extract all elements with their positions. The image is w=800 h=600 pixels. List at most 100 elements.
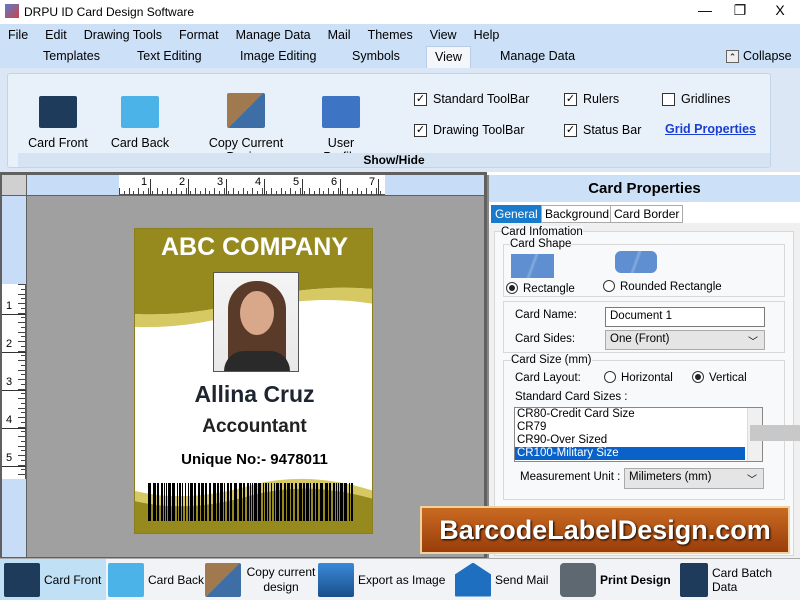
card-size-label: Card Size (mm): [511, 354, 592, 366]
close-button[interactable]: X: [765, 2, 795, 18]
tab-background[interactable]: Background: [541, 205, 613, 223]
rulers-checkbox[interactable]: ✓Rulers: [564, 92, 619, 106]
image-export-icon: [318, 563, 354, 597]
id-card[interactable]: ABC COMPANY Allina Cruz Accountant Uniqu…: [134, 228, 373, 534]
list-item[interactable]: CR79: [515, 421, 745, 434]
list-scrollbar[interactable]: [747, 408, 762, 461]
menu-file[interactable]: File: [8, 28, 28, 42]
tool-label: Export as Image: [358, 573, 445, 587]
ruler-number: 4: [255, 176, 261, 188]
chevron-down-icon: ﹀: [748, 333, 758, 348]
chevron-down-icon: ﹀: [747, 471, 757, 486]
horizontal-ruler: 1234567: [27, 175, 484, 195]
measurement-unit-select[interactable]: Milimeters (mm)﹀: [624, 468, 764, 489]
batch-data-icon: [680, 563, 708, 597]
card-shape-label: Card Shape: [510, 238, 571, 250]
vertical-radio[interactable]: Vertical: [692, 371, 747, 384]
copy-design-tool[interactable]: Copy current design: [205, 559, 317, 600]
menu-themes[interactable]: Themes: [368, 28, 413, 42]
menu-format[interactable]: Format: [179, 28, 219, 42]
copy-design-icon: [205, 563, 241, 597]
card-front-tool[interactable]: Card Front: [0, 559, 106, 600]
grid-properties-link[interactable]: Grid Properties: [665, 122, 756, 136]
export-image-tool[interactable]: Export as Image: [318, 559, 445, 600]
checkbox-label: Drawing ToolBar: [433, 123, 524, 137]
ruler-number: 2: [179, 176, 185, 188]
card-front-icon: [4, 563, 40, 597]
card-name-input[interactable]: Document 1: [605, 307, 765, 327]
horizontal-radio[interactable]: Horizontal: [604, 371, 673, 384]
card-back-tool[interactable]: Card Back: [108, 559, 204, 600]
menu-drawing-tools[interactable]: Drawing Tools: [84, 28, 162, 42]
bottom-toolbar: Card Front Card Back Copy current design…: [0, 558, 800, 600]
card-layout-label: Card Layout:: [515, 372, 581, 384]
list-item-selected[interactable]: CR100-Military Size: [515, 447, 745, 460]
collapse-icon: ⌃: [726, 50, 739, 63]
card-front-button[interactable]: Card Front: [28, 96, 88, 150]
rounded-rectangle-shape-icon[interactable]: [615, 251, 657, 273]
tab-card-border[interactable]: Card Border: [610, 205, 683, 223]
job-title: Accountant: [135, 416, 373, 438]
tool-label: Card Front: [44, 573, 101, 587]
tool-label: Print Design: [600, 573, 671, 587]
tab-manage-data[interactable]: Manage Data: [500, 49, 575, 63]
ruler-number: 6: [331, 176, 337, 188]
watermark-banner: BarcodeLabelDesign.com: [420, 506, 790, 554]
card-sides-select[interactable]: One (Front)﹀: [605, 330, 765, 350]
tab-text-editing[interactable]: Text Editing: [137, 49, 202, 63]
checkbox-label: Standard ToolBar: [433, 92, 529, 106]
panel-title: Card Properties: [489, 175, 800, 202]
card-information-label: Card Infomation: [501, 226, 583, 238]
rectangle-shape-icon[interactable]: [511, 254, 554, 278]
measurement-unit-label: Measurement Unit :: [520, 471, 620, 483]
tab-image-editing[interactable]: Image Editing: [240, 49, 316, 63]
collapse-button[interactable]: ⌃Collapse: [726, 49, 792, 63]
drawing-toolbar-checkbox[interactable]: ✓ Drawing ToolBar: [414, 123, 524, 137]
tab-general[interactable]: General: [491, 205, 542, 223]
send-mail-tool[interactable]: Send Mail: [455, 559, 548, 600]
checkbox-icon: ✓: [414, 124, 427, 137]
show-hide-group-label: Show/Hide: [18, 153, 770, 167]
user-profile-icon: [322, 96, 360, 128]
menu-mail[interactable]: Mail: [328, 28, 351, 42]
card-back-button[interactable]: Card Back: [110, 96, 170, 150]
tab-view[interactable]: View: [426, 46, 471, 70]
menu-edit[interactable]: Edit: [45, 28, 67, 42]
list-item[interactable]: CR80-Credit Card Size: [515, 408, 745, 421]
tab-symbols[interactable]: Symbols: [352, 49, 400, 63]
ruler-number: 3: [6, 376, 12, 388]
vertical-ruler: 12345: [2, 196, 26, 557]
minimize-button[interactable]: —: [690, 2, 720, 18]
copy-design-icon: [227, 93, 265, 128]
print-design-tool[interactable]: Print Design: [560, 559, 671, 600]
tool-label: Card Batch Data: [712, 566, 800, 594]
person-name: Allina Cruz: [135, 381, 373, 408]
status-bar-checkbox[interactable]: ✓Status Bar: [564, 123, 641, 137]
menu-manage-data[interactable]: Manage Data: [236, 28, 311, 42]
checkbox-icon: ✓: [414, 93, 427, 106]
rounded-rectangle-radio[interactable]: Rounded Rectangle: [603, 280, 722, 293]
gridlines-checkbox[interactable]: Gridlines: [662, 92, 730, 106]
list-item[interactable]: CR90-Over Sized: [515, 434, 745, 447]
checkbox-icon: ✓: [564, 93, 577, 106]
rectangle-radio[interactable]: Rectangle: [506, 282, 575, 295]
tool-label: Send Mail: [495, 573, 548, 587]
unique-number: Unique No:- 9478011: [135, 451, 373, 468]
tab-templates[interactable]: Templates: [43, 49, 100, 63]
company-name: ABC COMPANY: [135, 233, 373, 262]
tool-label: Card Back: [148, 573, 204, 587]
ribbon-tabs: Templates Text Editing Image Editing Sym…: [0, 46, 800, 70]
ruler-number: 3: [217, 176, 223, 188]
menu-help[interactable]: Help: [474, 28, 500, 42]
photo: [213, 272, 299, 372]
standard-toolbar-checkbox[interactable]: ✓ Standard ToolBar: [414, 92, 529, 106]
ruler-corner: [2, 175, 26, 195]
checkbox-label: Gridlines: [681, 92, 730, 106]
ruler-number: 5: [293, 176, 299, 188]
menu-view[interactable]: View: [430, 28, 457, 42]
card-name-label: Card Name:: [515, 309, 577, 321]
card-batch-data-tool[interactable]: Card Batch Data: [680, 559, 800, 600]
mail-icon: [455, 563, 491, 597]
standard-sizes-list[interactable]: CR80-Credit Card Size CR79 CR90-Over Siz…: [514, 407, 763, 462]
restore-button[interactable]: ❐: [725, 2, 755, 19]
